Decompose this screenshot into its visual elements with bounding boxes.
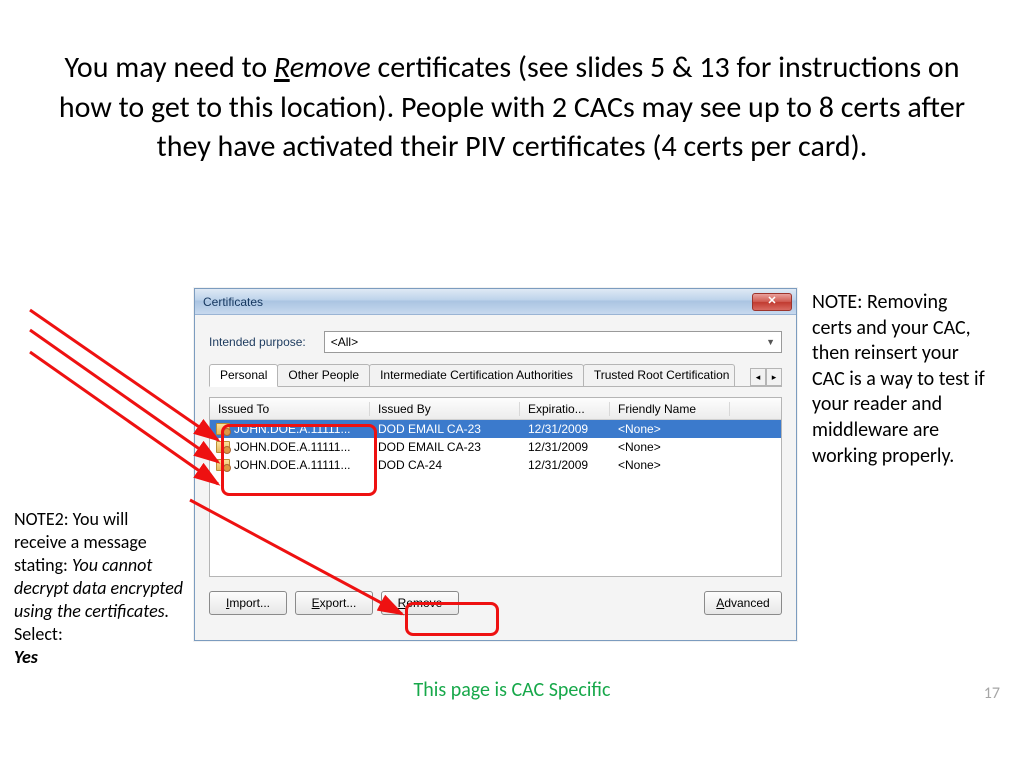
intended-purpose-dropdown[interactable]: <All> ▼ [324, 331, 782, 353]
certificate-icon [216, 441, 230, 453]
certificate-icon [216, 459, 230, 471]
tab-scroll-left-button[interactable]: ◂ [750, 368, 766, 386]
col-friendly-name[interactable]: Friendly Name [610, 402, 730, 416]
dropdown-value: <All> [331, 335, 358, 349]
heading-text: You may need to [65, 49, 274, 86]
cell-issued-by: DOD EMAIL CA-23 [370, 440, 520, 454]
list-row[interactable]: JOHN.DOE.A.11111... DOD EMAIL CA-23 12/3… [210, 420, 781, 438]
note2-bold: Yes [14, 646, 38, 668]
tab-strip: Personal Other People Intermediate Certi… [209, 363, 782, 387]
dialog-title: Certificates [203, 295, 752, 309]
cell-issued-to: JOHN.DOE.A.11111... [234, 422, 350, 436]
footer-note: This page is CAC Specific [0, 678, 1024, 702]
remove-button[interactable]: Remove [381, 591, 459, 615]
tab-other-people[interactable]: Other People [277, 364, 370, 386]
list-row[interactable]: JOHN.DOE.A.11111... DOD EMAIL CA-23 12/3… [210, 438, 781, 456]
chevron-down-icon: ▼ [766, 337, 775, 347]
col-issued-to[interactable]: Issued To [210, 402, 370, 416]
cell-issued-to: JOHN.DOE.A.11111... [234, 440, 350, 454]
certificate-list[interactable]: Issued To Issued By Expiratio... Friendl… [209, 397, 782, 577]
cell-friendly: <None> [610, 458, 730, 472]
note2-tail: Select: [14, 623, 63, 645]
heading-em: emove [290, 49, 371, 86]
cell-issued-to: JOHN.DOE.A.11111... [234, 458, 350, 472]
list-header: Issued To Issued By Expiratio... Friendl… [210, 398, 781, 420]
note-left: NOTE2: You will receive a message statin… [14, 508, 184, 669]
cell-friendly: <None> [610, 440, 730, 454]
slide-heading: You may need to Remove certificates (see… [40, 48, 984, 167]
intended-purpose-label: Intended purpose: [209, 335, 306, 349]
advanced-button[interactable]: Advanced [704, 591, 782, 615]
tab-trusted-root[interactable]: Trusted Root Certification [583, 364, 735, 386]
export-button[interactable]: Export... [295, 591, 373, 615]
note-right: NOTE: Removing certs and your CAC, then … [812, 290, 987, 469]
import-button[interactable]: Import... [209, 591, 287, 615]
certificate-icon [216, 423, 230, 435]
cell-expiration: 12/31/2009 [520, 458, 610, 472]
page-number: 17 [984, 684, 1000, 703]
cell-expiration: 12/31/2009 [520, 440, 610, 454]
close-button[interactable]: ✕ [752, 293, 792, 311]
cell-issued-by: DOD CA-24 [370, 458, 520, 472]
col-issued-by[interactable]: Issued By [370, 402, 520, 416]
col-expiration[interactable]: Expiratio... [520, 402, 610, 416]
cell-expiration: 12/31/2009 [520, 422, 610, 436]
tab-scroll-right-button[interactable]: ▸ [766, 368, 782, 386]
titlebar: Certificates ✕ [195, 289, 796, 315]
tab-personal[interactable]: Personal [209, 364, 278, 387]
list-row[interactable]: JOHN.DOE.A.11111... DOD CA-24 12/31/2009… [210, 456, 781, 474]
heading-em-u: R [274, 49, 290, 86]
cell-issued-by: DOD EMAIL CA-23 [370, 422, 520, 436]
cell-friendly: <None> [610, 422, 730, 436]
certificates-dialog: Certificates ✕ Intended purpose: <All> ▼… [194, 288, 797, 641]
tab-intermediate-ca[interactable]: Intermediate Certification Authorities [369, 364, 584, 386]
